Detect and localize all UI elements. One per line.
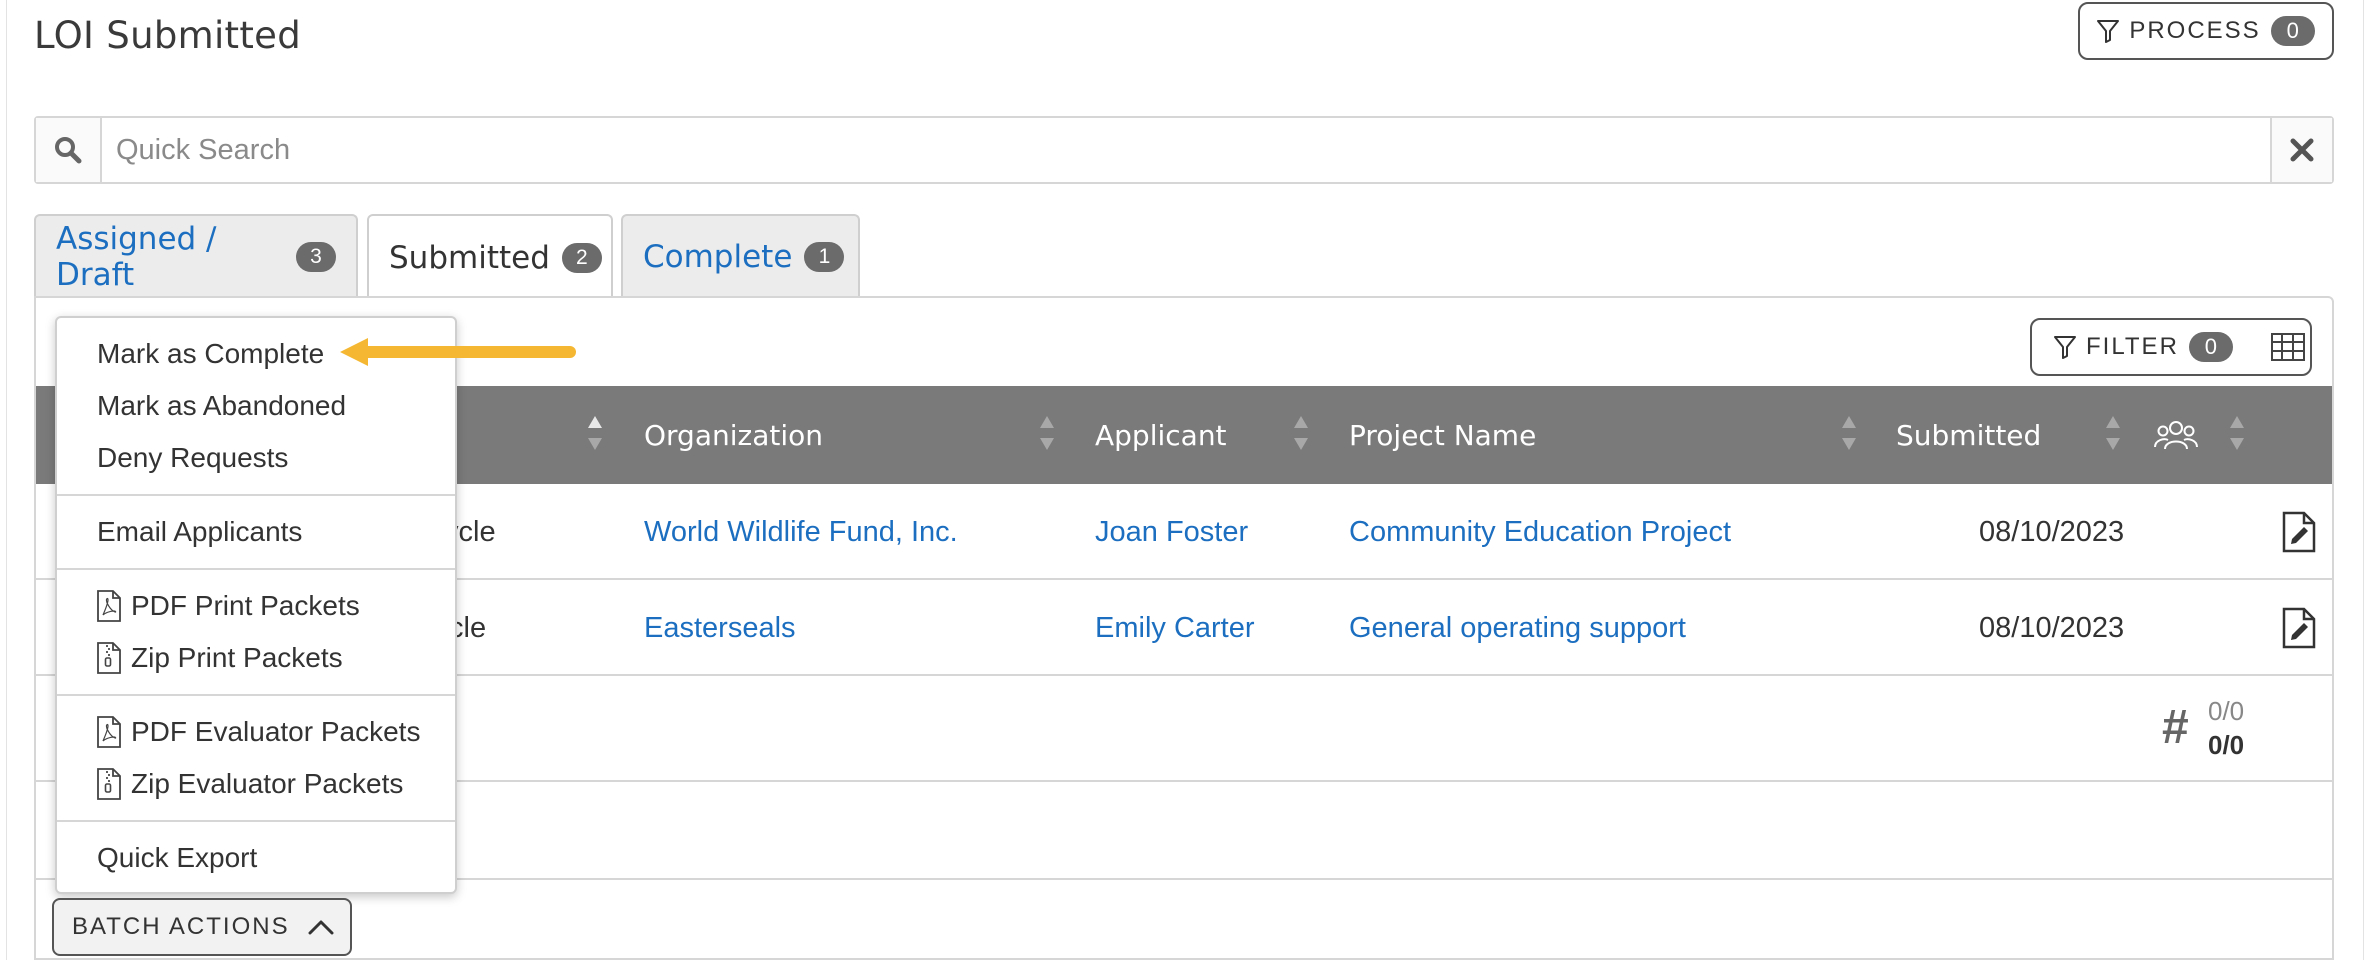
header-applicant[interactable]: Applicant bbox=[1095, 386, 1227, 484]
filter-count-badge: 0 bbox=[2188, 332, 2233, 362]
tab-assigned-draft[interactable]: Assigned / Draft 3 bbox=[34, 214, 358, 298]
zip-file-icon bbox=[97, 768, 121, 800]
submitted-date: 08/10/2023 bbox=[1979, 611, 2125, 644]
table-grid-icon[interactable] bbox=[2270, 333, 2305, 361]
menu-divider bbox=[57, 494, 455, 496]
tab-label: Assigned / Draft bbox=[56, 221, 217, 293]
batch-actions-menu: Mark as Complete Mark as Abandoned Deny … bbox=[55, 316, 457, 894]
funnel-icon bbox=[2054, 336, 2076, 359]
process-label: PROCESS bbox=[2129, 17, 2261, 44]
arrow-left-icon bbox=[340, 338, 576, 366]
search-input[interactable] bbox=[102, 118, 2270, 182]
tab-submitted[interactable]: Submitted 2 bbox=[367, 214, 613, 300]
filter-label: FILTER bbox=[2086, 333, 2179, 360]
summary-count-top: 0/0 bbox=[2208, 696, 2245, 726]
batch-actions-label: BATCH ACTIONS bbox=[72, 913, 290, 940]
tab-count-badge: 2 bbox=[561, 243, 602, 273]
pdf-file-icon bbox=[97, 590, 121, 622]
tab-complete[interactable]: Complete 1 bbox=[621, 214, 860, 298]
tab-count-badge: 1 bbox=[804, 242, 845, 272]
project-link[interactable]: Community Education Project bbox=[1349, 484, 1731, 580]
sort-icon[interactable] bbox=[1842, 416, 1856, 454]
organization-link[interactable]: Easterseals bbox=[644, 580, 796, 676]
header-submitted[interactable]: Submitted bbox=[1896, 386, 2041, 484]
sort-icon[interactable] bbox=[2106, 416, 2120, 454]
project-link[interactable]: General operating support bbox=[1349, 580, 1686, 676]
filter-button[interactable]: FILTER 0 bbox=[2030, 318, 2312, 376]
clear-search-icon[interactable] bbox=[2270, 118, 2332, 182]
batch-actions-button[interactable]: BATCH ACTIONS bbox=[52, 898, 352, 956]
quick-search bbox=[34, 116, 2334, 184]
hash-icon: # bbox=[2162, 701, 2189, 754]
funnel-icon bbox=[2097, 20, 2120, 43]
tab-count-badge: 3 bbox=[296, 242, 336, 272]
menu-item-pdf-print-packets[interactable]: PDF Print Packets bbox=[97, 586, 360, 626]
menu-item-deny-requests[interactable]: Deny Requests bbox=[97, 438, 288, 478]
page-title: LOI Submitted bbox=[34, 14, 302, 57]
applicant-link[interactable]: Emily Carter bbox=[1095, 580, 1255, 676]
menu-item-pdf-evaluator-packets[interactable]: PDF Evaluator Packets bbox=[97, 712, 420, 752]
menu-item-mark-abandoned[interactable]: Mark as Abandoned bbox=[97, 386, 346, 426]
pdf-file-icon bbox=[97, 716, 121, 748]
sort-icon[interactable] bbox=[1294, 416, 1308, 454]
tab-label: Complete bbox=[643, 239, 793, 275]
sort-icon[interactable] bbox=[2230, 416, 2244, 454]
menu-divider bbox=[57, 820, 455, 822]
menu-divider bbox=[57, 694, 455, 696]
header-project-name[interactable]: Project Name bbox=[1349, 386, 1536, 484]
menu-item-quick-export[interactable]: Quick Export bbox=[97, 838, 257, 878]
search-icon bbox=[36, 118, 102, 182]
summary-count-bottom: 0/0 bbox=[2208, 730, 2245, 760]
menu-item-mark-complete[interactable]: Mark as Complete bbox=[97, 334, 324, 374]
menu-item-email-applicants[interactable]: Email Applicants bbox=[97, 512, 302, 552]
menu-item-zip-evaluator-packets[interactable]: Zip Evaluator Packets bbox=[97, 764, 403, 804]
users-icon bbox=[2154, 386, 2198, 484]
organization-link[interactable]: World Wildlife Fund, Inc. bbox=[644, 484, 958, 580]
submitted-date: 08/10/2023 bbox=[1979, 515, 2125, 548]
edit-document-icon[interactable] bbox=[2282, 580, 2316, 676]
tab-label: Submitted bbox=[389, 240, 550, 276]
sort-icon[interactable] bbox=[1040, 416, 1054, 454]
zip-file-icon bbox=[97, 642, 121, 674]
chevron-up-icon bbox=[308, 920, 334, 935]
edit-document-icon[interactable] bbox=[2282, 484, 2316, 580]
sort-icon[interactable] bbox=[588, 416, 602, 454]
process-count-badge: 0 bbox=[2270, 16, 2315, 46]
menu-divider bbox=[57, 568, 455, 570]
menu-item-zip-print-packets[interactable]: Zip Print Packets bbox=[97, 638, 343, 678]
header-organization[interactable]: Organization bbox=[644, 386, 823, 484]
applicant-link[interactable]: Joan Foster bbox=[1095, 484, 1248, 580]
process-button[interactable]: PROCESS 0 bbox=[2078, 2, 2334, 60]
